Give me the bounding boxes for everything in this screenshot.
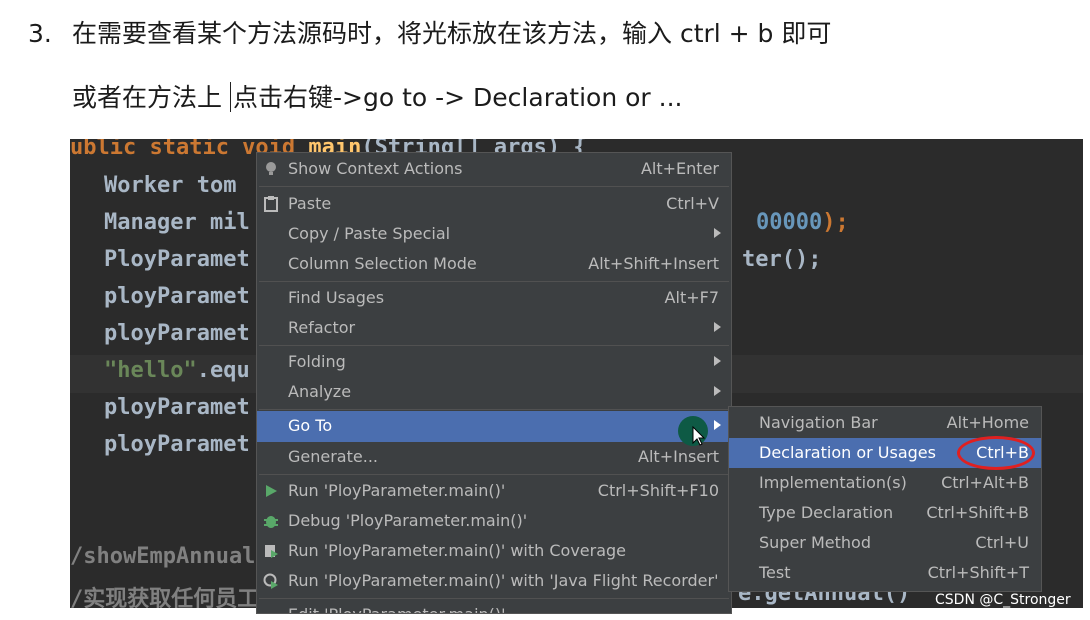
code-line-tail: 00000); bbox=[756, 210, 849, 235]
menu-item-paste[interactable]: Paste Ctrl+V bbox=[257, 189, 731, 219]
menu-separator bbox=[259, 186, 729, 187]
code-line: Worker tom bbox=[104, 173, 237, 198]
code-comment: /showEmpAnnual bbox=[70, 544, 256, 569]
submenu-item-type-declaration[interactable]: Type Declaration Ctrl+Shift+B bbox=[729, 498, 1041, 528]
clipboard-icon bbox=[263, 196, 279, 212]
menu-separator bbox=[259, 409, 729, 410]
context-menu: Show Context Actions Alt+Enter Paste Ctr… bbox=[256, 152, 732, 614]
submenu-arrow-icon bbox=[714, 228, 721, 238]
submenu-item-test[interactable]: Test Ctrl+Shift+T bbox=[729, 558, 1041, 588]
code-line-tail: ter(); bbox=[742, 247, 822, 272]
menu-item-column-selection-mode[interactable]: Column Selection Mode Alt+Shift+Insert bbox=[257, 249, 731, 279]
flight-recorder-icon bbox=[263, 573, 279, 589]
submenu-item-navigation-bar[interactable]: Navigation Bar Alt+Home bbox=[729, 408, 1041, 438]
submenu-item-super-method[interactable]: Super Method Ctrl+U bbox=[729, 528, 1041, 558]
code-line: Manager mil bbox=[104, 210, 250, 235]
text-caret bbox=[230, 82, 232, 112]
step-text: 在需要查看某个方法源码时，将光标放在该方法，输入 ctrl + b 即可 bbox=[72, 19, 832, 48]
menu-item-generate[interactable]: Generate... Alt+Insert bbox=[257, 442, 731, 472]
menu-separator bbox=[259, 598, 729, 599]
menu-item-show-context-actions[interactable]: Show Context Actions Alt+Enter bbox=[257, 154, 731, 184]
step-number: 3. bbox=[28, 19, 52, 48]
menu-item-run-with-flight-recorder[interactable]: Run 'PloyParameter.main()' with 'Java Fl… bbox=[257, 566, 731, 596]
code-line: "hello".equ bbox=[104, 358, 250, 383]
code-line: ployParamet bbox=[104, 395, 250, 420]
step-text-after-caret: 点击右键->go to -> Declaration or ... bbox=[233, 83, 683, 112]
submenu-arrow-icon bbox=[714, 386, 721, 396]
menu-item-go-to[interactable]: Go To bbox=[257, 411, 731, 442]
menu-separator bbox=[259, 281, 729, 282]
menu-item-copy-paste-special[interactable]: Copy / Paste Special bbox=[257, 219, 731, 249]
code-line: ployParamet bbox=[104, 432, 250, 457]
run-icon bbox=[263, 483, 279, 499]
code-line: ployParamet bbox=[104, 321, 250, 346]
menu-item-folding[interactable]: Folding bbox=[257, 347, 731, 377]
mouse-cursor-icon bbox=[692, 426, 706, 446]
code-line: ployParamet bbox=[104, 284, 250, 309]
step-text-before-caret: 或者在方法上 bbox=[72, 83, 223, 112]
submenu-arrow-icon bbox=[714, 356, 721, 366]
submenu-item-implementations[interactable]: Implementation(s) Ctrl+Alt+B bbox=[729, 468, 1041, 498]
doc-step-line: 3. 在需要查看某个方法源码时，将光标放在该方法，输入 ctrl + b 即可 bbox=[28, 14, 831, 50]
menu-separator bbox=[259, 474, 729, 475]
annotation-circle bbox=[957, 436, 1035, 470]
menu-item-find-usages[interactable]: Find Usages Alt+F7 bbox=[257, 283, 731, 313]
submenu-arrow-icon bbox=[714, 420, 721, 430]
menu-item-refactor[interactable]: Refactor bbox=[257, 313, 731, 343]
menu-item-analyze[interactable]: Analyze bbox=[257, 377, 731, 407]
coverage-icon bbox=[263, 543, 279, 559]
menu-separator bbox=[259, 345, 729, 346]
menu-item-edit-config[interactable]: Edit 'PloyParameter.main()'... bbox=[257, 600, 731, 613]
debug-icon bbox=[263, 513, 279, 529]
menu-item-debug-main[interactable]: Debug 'PloyParameter.main()' bbox=[257, 506, 731, 536]
code-line: PloyParamet bbox=[104, 247, 250, 272]
menu-item-run-main[interactable]: Run 'PloyParameter.main()' Ctrl+Shift+F1… bbox=[257, 476, 731, 506]
watermark: CSDN @C_Stronger bbox=[935, 592, 1071, 608]
goto-submenu: Navigation Bar Alt+Home Declaration or U… bbox=[728, 406, 1042, 592]
doc-step-line-2: 或者在方法上 点击右键->go to -> Declaration or ... bbox=[72, 78, 683, 114]
bulb-icon bbox=[263, 161, 279, 177]
menu-item-run-with-coverage[interactable]: Run 'PloyParameter.main()' with Coverage bbox=[257, 536, 731, 566]
submenu-arrow-icon bbox=[714, 322, 721, 332]
code-comment: /实现获取任何员工 bbox=[70, 587, 260, 608]
